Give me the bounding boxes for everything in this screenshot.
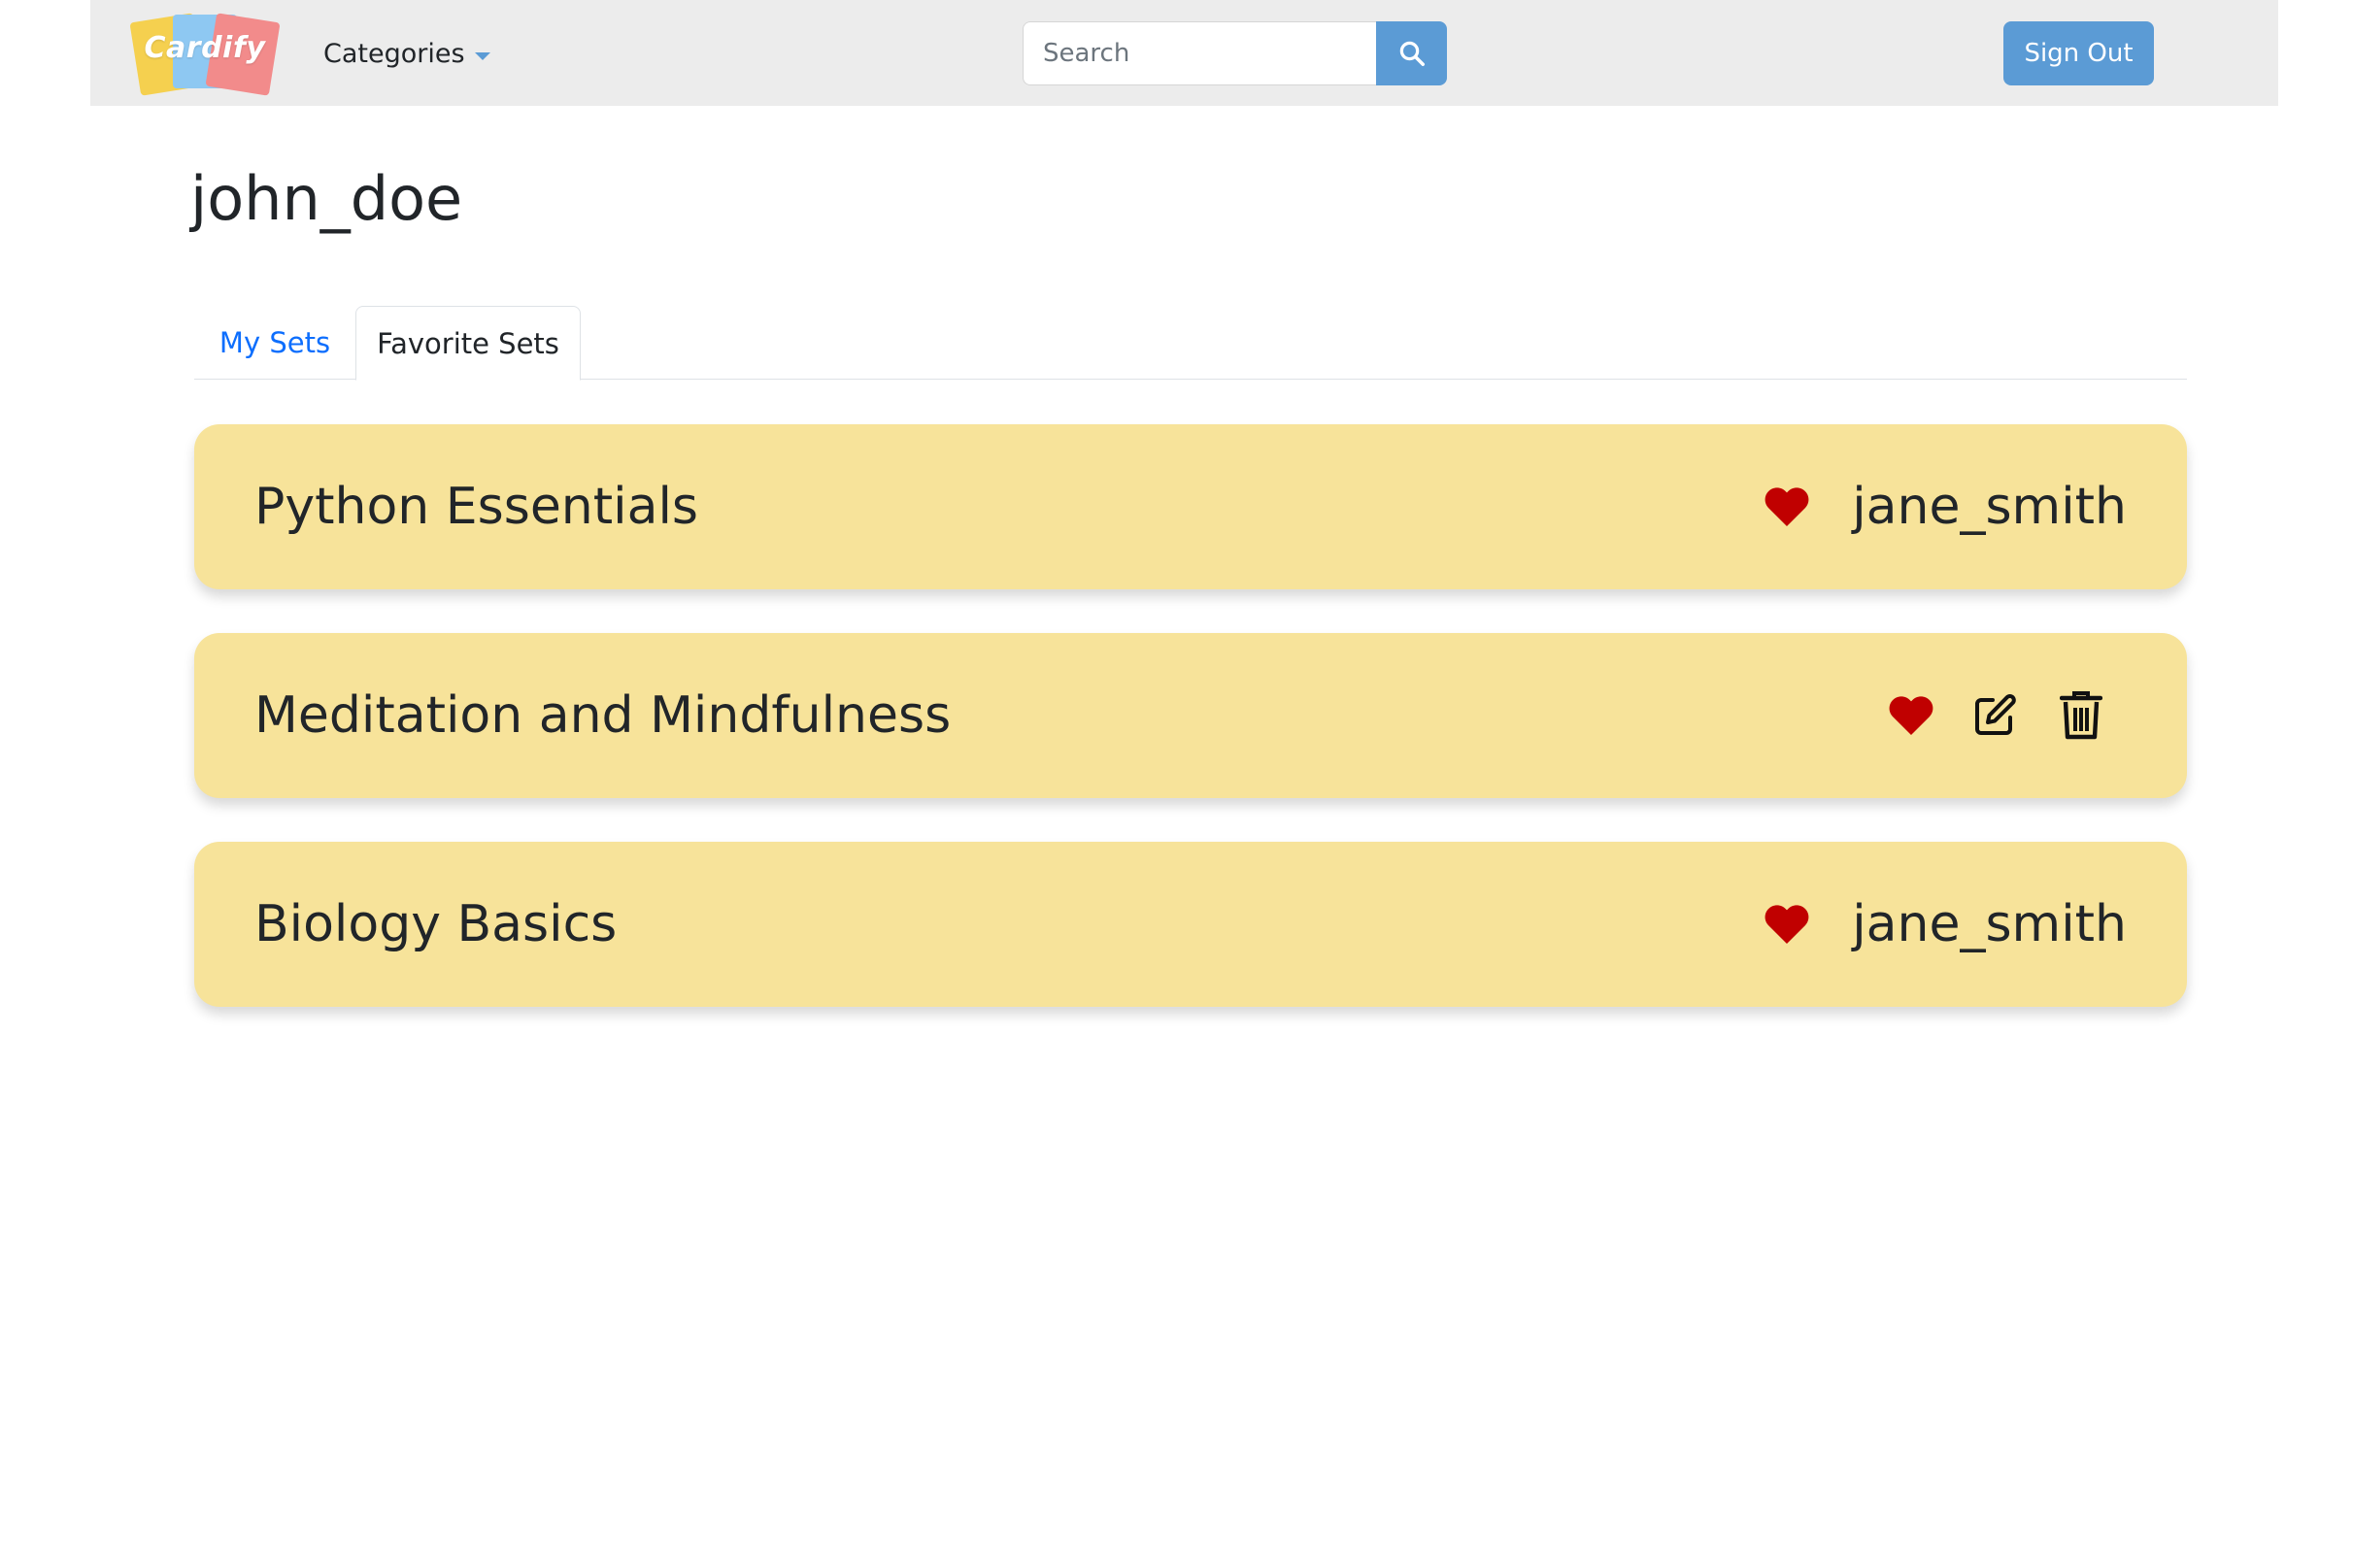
search-input[interactable] (1023, 21, 1376, 85)
search-icon (1399, 41, 1425, 66)
delete-button[interactable] (2057, 691, 2105, 740)
set-title: Python Essentials (254, 478, 699, 536)
logo-text: Cardify (144, 31, 266, 65)
trash-icon (2060, 691, 2102, 740)
search-button[interactable] (1376, 21, 1447, 85)
set-title: Biology Basics (254, 895, 618, 953)
navbar: Cardify Categories Sign Out (90, 0, 2278, 106)
page-title-username: john_doe (190, 163, 463, 234)
heart-icon (1765, 487, 1809, 526)
categories-dropdown[interactable]: Categories (323, 33, 490, 74)
set-card[interactable]: Biology Basics jane_smith (194, 842, 2187, 1007)
favorite-button[interactable] (1763, 483, 1811, 531)
tab-my-sets[interactable]: My Sets (194, 306, 355, 380)
heart-icon (1889, 696, 1933, 735)
favorite-button[interactable] (1763, 900, 1811, 949)
sign-out-button[interactable]: Sign Out (2003, 21, 2154, 85)
caret-down-icon (474, 52, 490, 60)
heart-icon (1765, 905, 1809, 944)
favorite-button[interactable] (1887, 691, 1935, 740)
profile-tabs: My Sets Favorite Sets (194, 306, 2187, 381)
set-author: jane_smith (1852, 478, 2127, 536)
set-card[interactable]: Python Essentials jane_smith (194, 424, 2187, 589)
categories-label: Categories (323, 38, 465, 69)
search-group (1023, 21, 1447, 85)
edit-icon (1975, 694, 2016, 735)
set-title: Meditation and Mindfulness (254, 686, 952, 745)
tab-favorite-sets[interactable]: Favorite Sets (355, 306, 581, 381)
edit-button[interactable] (1970, 691, 2019, 740)
set-author: jane_smith (1852, 895, 2127, 953)
set-card[interactable]: Meditation and Mindfulness (194, 633, 2187, 798)
cardify-logo[interactable]: Cardify (129, 12, 281, 96)
